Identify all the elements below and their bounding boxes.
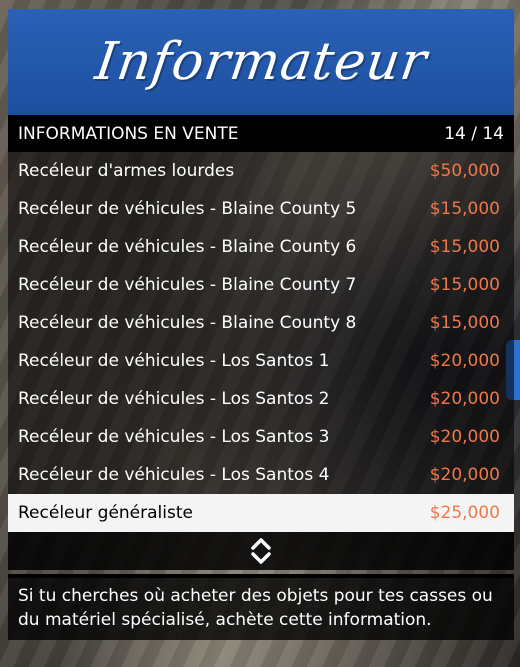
menu-item-list: Recéleur d'armes lourdes $50,000 Recéleu… (8, 152, 514, 532)
menu-item-price: $25,000 (429, 503, 500, 523)
menu-item-label: Recéleur d'armes lourdes (18, 161, 235, 181)
menu-item-label: Recéleur de véhicules - Los Santos 2 (18, 389, 330, 409)
menu-item-price: $50,000 (429, 161, 500, 181)
menu-item-vehicle-fence-blaine-8[interactable]: Recéleur de véhicules - Blaine County 8 … (8, 304, 514, 342)
menu-item-general-fence-selected[interactable]: Recéleur généraliste $25,000 (8, 494, 514, 532)
item-description: Si tu cherches où acheter des objets pou… (8, 578, 514, 640)
menu-subheader: INFORMATIONS EN VENTE 14 / 14 (8, 115, 514, 152)
item-counter: 14 / 14 (444, 123, 504, 144)
scroll-navigation[interactable] (8, 532, 514, 570)
menu-item-price: $15,000 (429, 313, 500, 333)
menu-title: Informateur (91, 32, 431, 92)
menu-item-vehicle-fence-blaine-6[interactable]: Recéleur de véhicules - Blaine County 6 … (8, 228, 514, 266)
menu-item-label: Recéleur de véhicules - Los Santos 3 (18, 427, 330, 447)
menu-item-label: Recéleur généraliste (18, 503, 193, 523)
menu-item-price: $15,000 (429, 237, 500, 257)
menu-item-label: Recéleur de véhicules - Blaine County 6 (18, 237, 357, 257)
menu-item-price: $15,000 (429, 199, 500, 219)
menu-item-label: Recéleur de véhicules - Blaine County 8 (18, 313, 357, 333)
menu-item-vehicle-fence-blaine-7[interactable]: Recéleur de véhicules - Blaine County 7 … (8, 266, 514, 304)
menu-item-price: $20,000 (429, 427, 500, 447)
menu-item-price: $15,000 (429, 275, 500, 295)
menu-banner: Informateur (8, 9, 514, 115)
menu-item-vehicle-fence-los-santos-4[interactable]: Recéleur de véhicules - Los Santos 4 $20… (8, 456, 514, 494)
menu-item-vehicle-fence-los-santos-1[interactable]: Recéleur de véhicules - Los Santos 1 $20… (8, 342, 514, 380)
menu-item-price: $20,000 (429, 389, 500, 409)
menu-item-vehicle-fence-blaine-5[interactable]: Recéleur de véhicules - Blaine County 5 … (8, 190, 514, 228)
menu-item-label: Recéleur de véhicules - Blaine County 7 (18, 275, 357, 295)
menu-item-label: Recéleur de véhicules - Los Santos 1 (18, 351, 330, 371)
menu-item-vehicle-fence-los-santos-2[interactable]: Recéleur de véhicules - Los Santos 2 $20… (8, 380, 514, 418)
menu-item-label: Recéleur de véhicules - Blaine County 5 (18, 199, 357, 219)
up-down-chevron-icon[interactable] (250, 536, 272, 566)
informant-menu: Informateur INFORMATIONS EN VENTE 14 / 1… (8, 9, 514, 640)
menu-item-price: $20,000 (429, 351, 500, 371)
menu-item-label: Recéleur de véhicules - Los Santos 4 (18, 465, 330, 485)
subheader-label: INFORMATIONS EN VENTE (18, 123, 239, 144)
menu-item-vehicle-fence-los-santos-3[interactable]: Recéleur de véhicules - Los Santos 3 $20… (8, 418, 514, 456)
menu-item-price: $20,000 (429, 465, 500, 485)
menu-item-heavy-weapons-fence[interactable]: Recéleur d'armes lourdes $50,000 (8, 152, 514, 190)
